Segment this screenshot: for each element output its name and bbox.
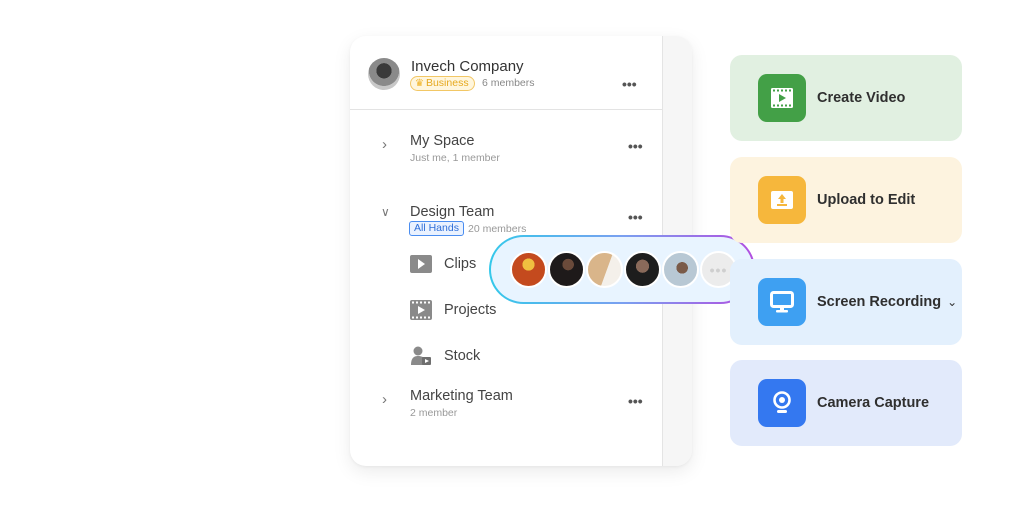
create-video-button[interactable]: Create Video <box>730 55 962 141</box>
group-title: Design Team <box>410 204 495 220</box>
play-icon <box>410 254 432 274</box>
group-subtitle: 2 member <box>410 407 458 419</box>
card-label: Upload to Edit <box>817 192 916 208</box>
webcam-icon <box>758 379 806 427</box>
nav-item-label: Projects <box>444 302 497 318</box>
upload-icon <box>758 176 806 224</box>
card-label: Create Video <box>817 90 906 106</box>
company-avatar <box>368 58 400 90</box>
group-title: My Space <box>410 133 475 149</box>
member-avatar[interactable] <box>662 251 699 288</box>
group-subtitle: Just me, 1 member <box>410 152 500 164</box>
upload-to-edit-button[interactable]: Upload to Edit <box>730 157 962 243</box>
stock-user-icon <box>410 346 432 366</box>
chevron-down-icon[interactable]: ⌄ <box>947 295 957 309</box>
company-header[interactable]: Invech Company ♛ Business 6 members ••• <box>350 36 662 110</box>
card-label: Camera Capture <box>817 395 930 411</box>
group-my-space[interactable]: › My Space Just me, 1 member ••• <box>350 130 662 170</box>
members-popover: ••• <box>489 235 755 304</box>
group-more-button[interactable]: ••• <box>628 394 643 408</box>
group-subtitle: 20 members <box>468 223 527 235</box>
plan-label: Business <box>425 77 469 89</box>
plan-badge: ♛ Business <box>410 76 475 91</box>
member-avatar[interactable] <box>510 251 547 288</box>
group-title: Marketing Team <box>410 388 513 404</box>
group-more-button[interactable]: ••• <box>628 139 643 153</box>
nav-item-label: Clips <box>444 256 477 272</box>
chevron-down-icon[interactable]: ∨ <box>381 205 390 219</box>
all-hands-badge: All Hands <box>409 221 464 236</box>
monitor-icon <box>758 278 806 326</box>
company-more-button[interactable]: ••• <box>622 77 637 91</box>
nav-item-label: Stock <box>444 348 481 364</box>
company-members-count: 6 members <box>482 77 535 89</box>
card-label: Screen Recording <box>817 294 942 310</box>
group-more-button[interactable]: ••• <box>628 210 643 224</box>
crown-icon: ♛ <box>415 78 424 89</box>
chevron-right-icon[interactable]: › <box>382 391 387 408</box>
film-play-icon <box>758 74 806 122</box>
film-icon <box>410 300 432 320</box>
member-avatar[interactable] <box>624 251 661 288</box>
chevron-right-icon[interactable]: › <box>382 136 387 153</box>
member-avatar[interactable] <box>548 251 585 288</box>
screen-recording-button[interactable]: Screen Recording ⌄ <box>730 259 962 345</box>
member-avatar[interactable] <box>586 251 623 288</box>
group-marketing-team[interactable]: › Marketing Team 2 member ••• <box>350 385 662 425</box>
company-name: Invech Company <box>411 58 524 75</box>
camera-capture-button[interactable]: Camera Capture <box>730 360 962 446</box>
members-popover-inner: ••• <box>491 237 753 302</box>
nav-item-stock[interactable]: Stock <box>410 344 610 368</box>
